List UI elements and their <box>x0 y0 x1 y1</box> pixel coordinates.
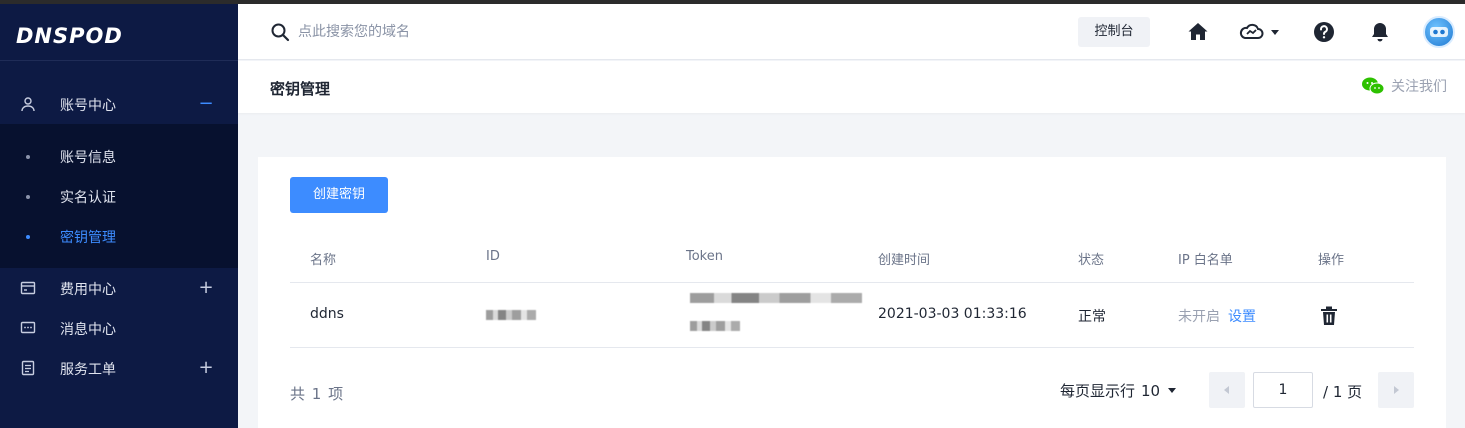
dnspod-logo[interactable]: DNSPOD <box>16 24 123 48</box>
expand-icon[interactable]: + <box>198 357 214 378</box>
key-management-card: 创建密钥 名称 ID Token 创建时间 状态 IP 白名单 操作 ddns … <box>258 157 1446 428</box>
chevron-left-icon <box>1224 386 1229 394</box>
column-header-created: 创建时间 <box>878 253 931 268</box>
sidebar-group-messages[interactable]: 消息中心 <box>0 308 238 348</box>
prev-page-button[interactable] <box>1209 372 1245 408</box>
sidebar-item-key-management[interactable]: 密钥管理 <box>0 216 238 256</box>
redacted-id <box>486 310 536 320</box>
table-row: ddns 2021-03-03 01:33:16 正常 未开启 设置 <box>290 283 1414 348</box>
follow-us-link[interactable]: 关注我们 <box>1361 76 1447 96</box>
sidebar-group-tickets[interactable]: 服务工单 + <box>0 348 238 388</box>
bullet-icon <box>26 155 30 159</box>
trash-icon[interactable] <box>1320 306 1338 326</box>
column-header-name: 名称 <box>310 253 337 268</box>
search-icon[interactable] <box>270 22 290 42</box>
created-time-cell: 2021-03-03 01:33:16 <box>878 306 1027 322</box>
rows-per-page-value: 10 <box>1141 381 1161 400</box>
home-icon[interactable] <box>1186 20 1210 44</box>
sidebar-group-label: 服务工单 <box>60 362 116 378</box>
column-header-ip-whitelist: IP 白名单 <box>1178 253 1233 268</box>
page-title: 密钥管理 <box>270 80 331 98</box>
sidebar-group-label: 消息中心 <box>60 322 116 338</box>
user-icon <box>21 97 35 112</box>
sidebar-item-account-info[interactable]: 账号信息 <box>0 136 238 176</box>
top-header: 控制台 <box>238 4 1465 60</box>
console-button[interactable]: 控制台 <box>1078 17 1150 47</box>
sidebar-item-label: 实名认证 <box>60 190 116 206</box>
table-header: 名称 ID Token 创建时间 状态 IP 白名单 操作 <box>290 239 1414 283</box>
sidebar-item-real-name[interactable]: 实名认证 <box>0 176 238 216</box>
account-subnav: 账号信息 实名认证 密钥管理 <box>0 124 238 268</box>
column-header-id: ID <box>486 249 500 264</box>
create-key-button[interactable]: 创建密钥 <box>290 177 388 213</box>
domain-search-input[interactable] <box>298 18 698 46</box>
ticket-icon <box>21 360 35 376</box>
column-header-actions: 操作 <box>1318 253 1345 268</box>
ip-whitelist-status: 未开启 <box>1178 309 1220 325</box>
sidebar-group-label: 费用中心 <box>60 282 116 298</box>
wechat-icon <box>1362 77 1385 95</box>
collapse-icon[interactable]: − <box>198 93 214 114</box>
bullet-icon <box>26 195 30 199</box>
rows-per-page-label: 每页显示行 <box>1060 382 1136 400</box>
bullet-icon <box>26 235 30 239</box>
sidebar-group-billing[interactable]: 费用中心 + <box>0 268 238 308</box>
avatar-icon <box>1430 27 1448 37</box>
billing-icon <box>20 281 36 295</box>
page-title-bar: 密钥管理 关注我们 <box>238 61 1465 113</box>
help-icon[interactable] <box>1312 20 1336 44</box>
user-avatar[interactable] <box>1423 16 1455 48</box>
follow-us-label: 关注我们 <box>1391 79 1447 95</box>
next-page-button[interactable] <box>1378 372 1414 408</box>
key-name-cell: ddns <box>310 306 344 322</box>
sidebar-group-label: 账号中心 <box>60 98 116 114</box>
chevron-right-icon <box>1394 386 1399 394</box>
column-header-token: Token <box>686 249 723 264</box>
sidebar: DNSPOD 账号中心 − 账号信息 实名认证 密钥管理 费用中心 + 消息中心… <box>0 4 238 428</box>
total-pages: / 1 页 <box>1323 383 1363 401</box>
page-number-input[interactable] <box>1253 372 1313 408</box>
sidebar-group-account[interactable]: 账号中心 − <box>0 84 238 124</box>
cloud-icon[interactable] <box>1238 20 1282 44</box>
status-cell: 正常 <box>1078 309 1106 325</box>
message-icon <box>20 321 36 334</box>
ip-whitelist-settings-link[interactable]: 设置 <box>1228 306 1256 326</box>
rows-per-page-select[interactable]: 每页显示行 10 <box>1060 380 1177 401</box>
column-header-status: 状态 <box>1078 253 1105 268</box>
sidebar-divider <box>0 60 238 61</box>
bell-icon[interactable] <box>1368 20 1392 44</box>
total-count: 共 1 项 <box>290 385 345 403</box>
sidebar-item-label: 密钥管理 <box>60 230 116 246</box>
expand-icon[interactable]: + <box>198 277 214 298</box>
redacted-token-line-2 <box>690 321 740 331</box>
caret-down-icon <box>1168 388 1177 393</box>
sidebar-item-label: 账号信息 <box>60 150 116 166</box>
redacted-token-line-1 <box>690 293 862 303</box>
